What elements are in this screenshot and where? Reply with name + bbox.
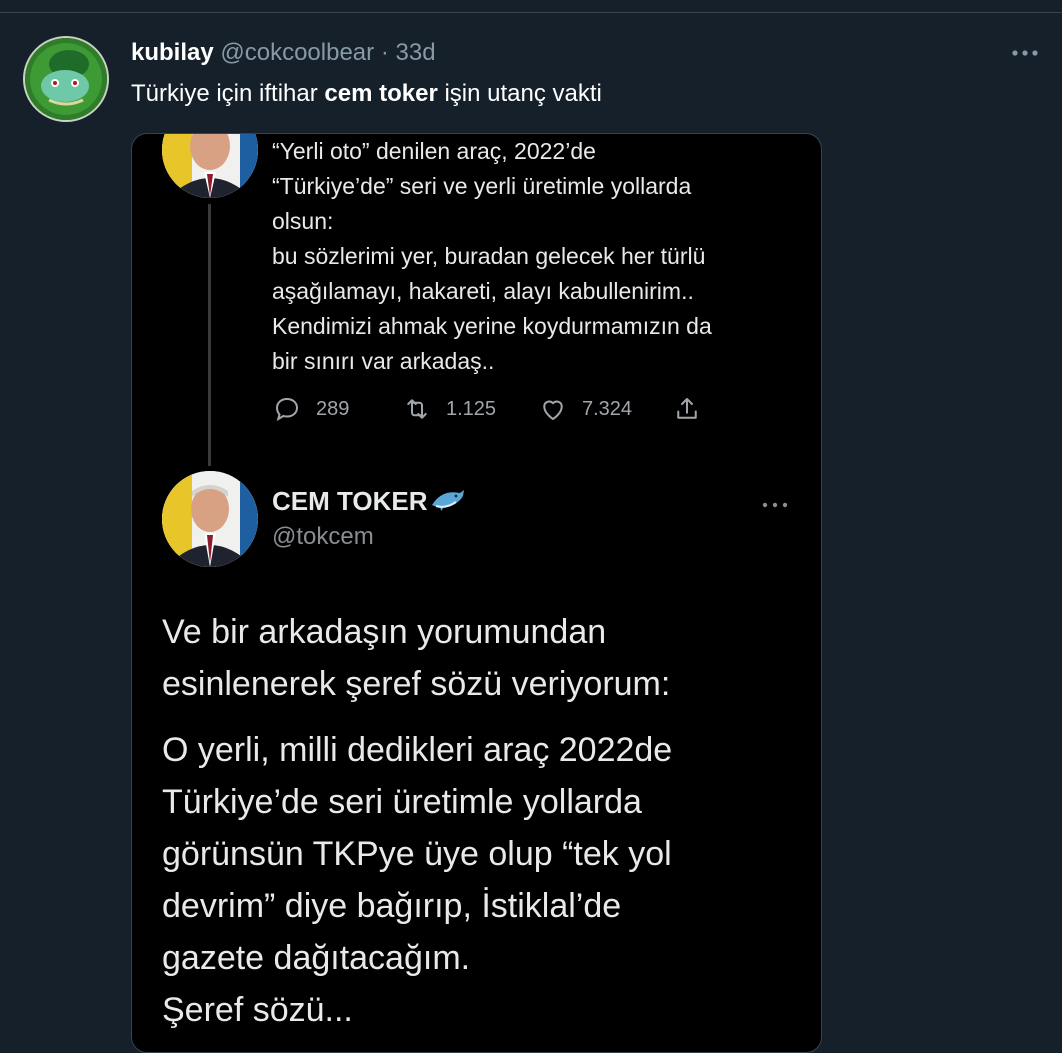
like-button[interactable]: 7.324 [538,392,632,426]
quoted-line: olsun: [272,208,334,234]
retweet-icon [407,399,427,419]
quoted-action-bar: 289 1.125 7.324 [272,392,712,426]
quoted-line: “Türkiye’de” seri ve yerli üretimle yoll… [272,173,692,199]
thread-connector-line [208,204,211,466]
bulbasaur-avatar-image [25,38,107,120]
reply-line: gazete dağıtacağım. [162,939,471,977]
reply-line: esinlenerek şeref sözü veriyorum: [162,665,671,703]
quoted-line: bir sınırı var arkadaş.. [272,348,495,374]
reply-paragraph-2: O yerli, milli dedikleri araç 2022de Tür… [162,724,672,1036]
reply-author-handle[interactable]: @tokcem [272,523,374,551]
quoted-line: “Yerli oto” denilen araç, 2022’de [272,138,596,164]
reply-line: görünsün TKPye üye olup “tek yol [162,835,672,873]
tweet-text-bold: cem toker [324,80,438,107]
reply-line: devrim” diye bağırıp, İstiklal’de [162,887,622,925]
reply-icon [275,397,299,422]
reply-line: O yerli, milli dedikleri araç 2022de [162,731,673,769]
tweet-text: Türkiye için iftihar cem toker işin utan… [131,79,602,109]
reply-line: Şeref sözü... [162,991,353,1029]
display-name[interactable]: kubilay [131,39,214,66]
timestamp[interactable]: 33d [396,39,436,66]
reply-paragraph-1: Ve bir arkadaşın yorumundan esinlenerek … [162,606,670,710]
share-icon [677,398,697,419]
quoted-line: bu sözlerimi yer, buradan gelecek her tü… [272,243,706,269]
quoted-line: Kendimizi ahmak yerine koydurmamızın da [272,313,712,339]
tweet-header: kubilay @cokcoolbear · 33d [131,38,436,68]
reply-author-avatar[interactable] [162,471,258,567]
tweet-text-part-1: Türkiye için iftihar [131,80,325,107]
reply-author-name-text: CEM TOKER [272,486,428,516]
user-avatar[interactable] [23,36,109,122]
reply-count: 289 [316,397,350,420]
reply-line: Türkiye’de seri üretimle yollarda [162,783,642,821]
like-count: 7.324 [582,397,633,420]
user-handle[interactable]: @cokcoolbear [220,39,374,66]
quoted-tweet-text: “Yerli oto” denilen araç, 2022’de “Türki… [272,134,712,379]
share-button[interactable] [672,392,702,426]
more-icon[interactable] [1006,40,1046,64]
quoted-author-avatar [162,134,258,198]
reply-button[interactable]: 289 [272,392,349,426]
separator-dot: · [380,39,389,66]
more-icon[interactable] [760,498,790,510]
dolphin-emoji-icon [431,489,464,511]
tweet-text-part-2: işin utanç vakti [437,80,602,107]
reply-author-name[interactable]: CEM TOKER [272,486,466,517]
quoted-line: aşağılamayı, hakareti, alayı kabulleniri… [272,278,694,304]
reply-line: Ve bir arkadaşın yorumundan [162,613,607,651]
top-divider [0,12,1062,13]
retweet-count: 1.125 [446,397,497,420]
retweet-button[interactable]: 1.125 [402,392,496,426]
tweet-media-image[interactable]: “Yerli oto” denilen araç, 2022’de “Türki… [131,133,822,1053]
heart-icon [543,400,563,420]
